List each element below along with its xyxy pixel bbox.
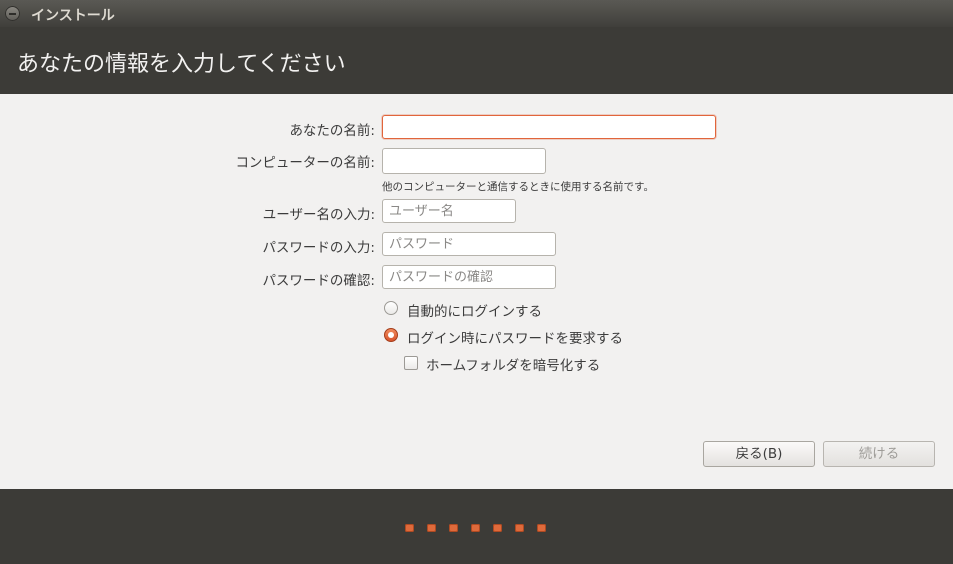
name-label: あなたの名前: — [289, 123, 375, 139]
password-field[interactable] — [382, 232, 556, 256]
password-label: パスワードの入力: — [262, 240, 375, 256]
username-field[interactable] — [382, 199, 516, 223]
progress-dot — [449, 524, 458, 532]
require-password-radio[interactable] — [384, 328, 398, 342]
back-button[interactable]: 戻る(B) — [703, 441, 815, 467]
encrypt-home-label[interactable]: ホームフォルダを暗号化する — [426, 354, 600, 374]
confirm-password-field[interactable] — [382, 265, 556, 289]
page-header: あなたの情報を入力してください — [0, 27, 953, 94]
progress-dot — [405, 524, 414, 532]
window-title: インストール — [31, 8, 115, 24]
encrypt-home-checkbox[interactable] — [404, 356, 418, 370]
window-titlebar: インストール — [0, 0, 953, 27]
progress-dot — [471, 524, 480, 532]
computer-name-label: コンピューターの名前: — [235, 155, 375, 171]
require-password-label[interactable]: ログイン時にパスワードを要求する — [407, 327, 623, 347]
progress-dot — [427, 524, 436, 532]
close-icon[interactable] — [5, 6, 20, 21]
confirm-password-label: パスワードの確認: — [262, 273, 375, 289]
progress-dot — [493, 524, 502, 532]
name-field[interactable] — [382, 115, 716, 139]
auto-login-radio[interactable] — [384, 301, 398, 315]
continue-button[interactable]: 続ける — [823, 441, 935, 467]
auto-login-label[interactable]: 自動的にログインする — [407, 300, 542, 320]
username-label: ユーザー名の入力: — [262, 207, 375, 223]
computer-name-hint: 他のコンピューターと通信するときに使用する名前です。 — [382, 181, 654, 193]
progress-dot — [515, 524, 524, 532]
progress-dot — [537, 524, 546, 532]
page-title: あなたの情報を入力してください — [17, 52, 346, 77]
computer-name-field[interactable] — [382, 148, 546, 174]
